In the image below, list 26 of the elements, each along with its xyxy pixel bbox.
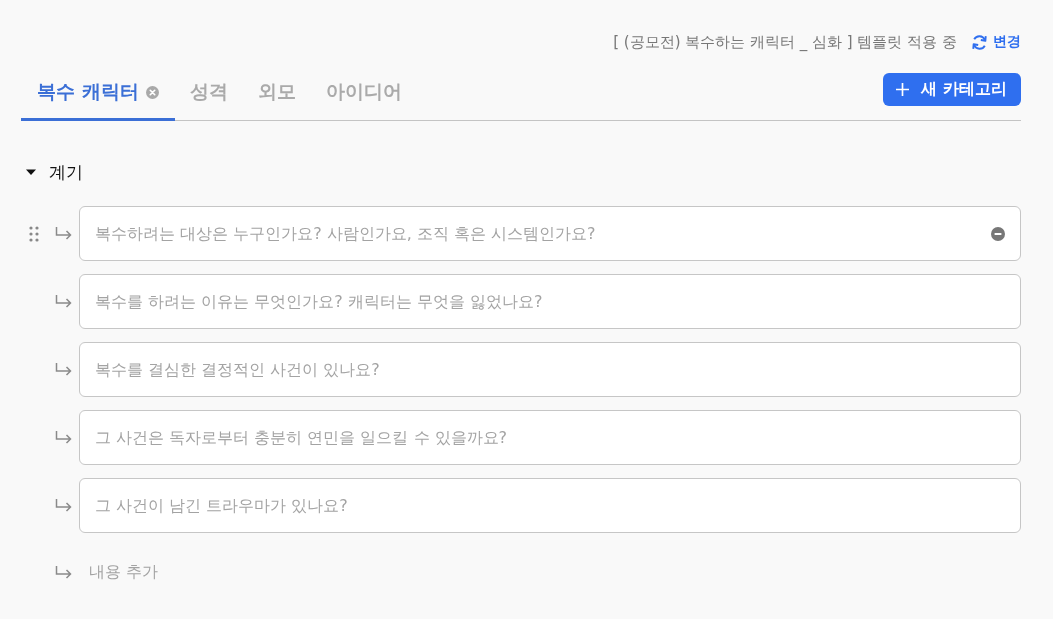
drag-handle-icon[interactable]: [29, 225, 39, 242]
change-template-button[interactable]: 변경: [971, 33, 1021, 51]
section-title[interactable]: 계기: [49, 160, 83, 184]
minus-circle-icon[interactable]: [991, 227, 1005, 241]
subdirectory-arrow-icon: [54, 431, 72, 444]
category-tab[interactable]: 성격: [174, 66, 243, 121]
input-field[interactable]: 그 사건은 독자로부터 충분히 연민을 일으킬 수 있을까요?: [79, 410, 1021, 465]
subdirectory-arrow-icon: [54, 565, 72, 579]
input-field[interactable]: 그 사건이 남긴 트라우마가 있나요?: [79, 478, 1021, 533]
category-tab[interactable]: 아이디어: [310, 66, 417, 121]
input-field[interactable]: 복수를 하려는 이유는 무엇인가요? 캐릭터는 무엇을 잃었나요?: [79, 274, 1021, 329]
add-item-link[interactable]: 내용 추가: [89, 561, 159, 583]
subdirectory-arrow-icon: [54, 363, 72, 376]
subdirectory-arrow-icon: [54, 295, 72, 308]
input-field[interactable]: 복수하려는 대상은 누구인가요? 사람인가요, 조직 혹은 시스템인가요?: [79, 206, 1021, 261]
caret-icon[interactable]: [26, 167, 36, 177]
new-category-button[interactable]: 새 카테고리: [883, 72, 1021, 106]
input-field[interactable]: 복수를 결심한 결정적인 사건이 있나요?: [79, 342, 1021, 397]
subdirectory-arrow-icon: [54, 499, 72, 512]
plus-icon: [896, 82, 910, 96]
refresh-icon: [971, 33, 988, 51]
template-notice: [ (공모전) 복수하는 캐릭터 _ 심화 ] 템플릿 적용 중: [613, 32, 957, 52]
subdirectory-arrow-icon: [54, 227, 72, 240]
category-tab[interactable]: 외모: [242, 66, 311, 121]
category-tab[interactable]: 복수 캐릭터: [21, 66, 175, 121]
close-icon[interactable]: [145, 85, 159, 99]
